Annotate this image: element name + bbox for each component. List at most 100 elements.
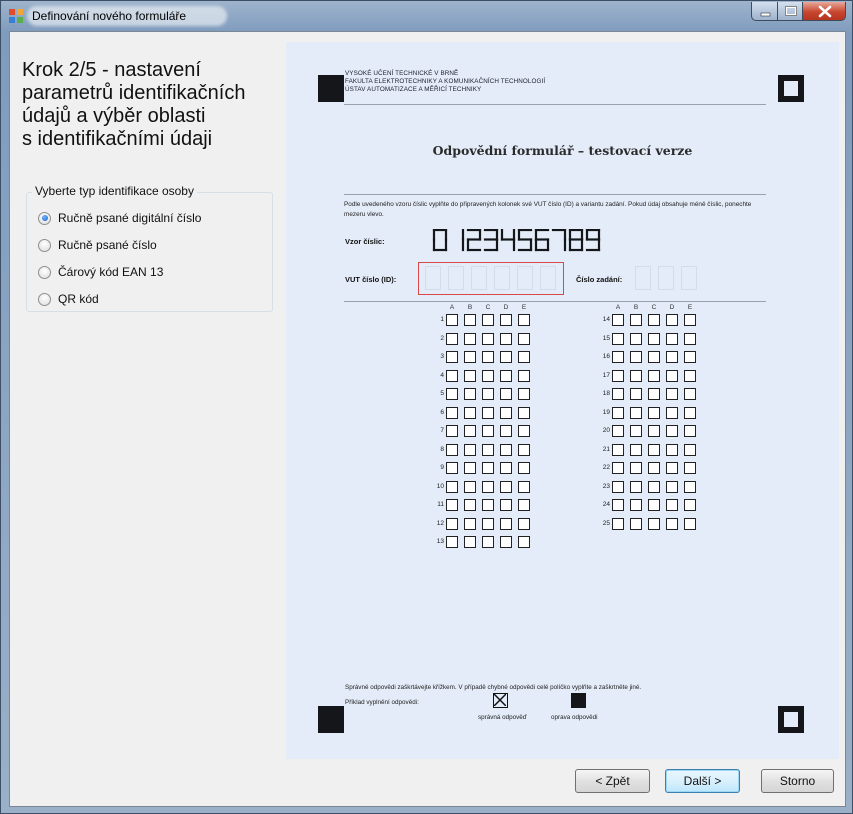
question-number: 1 [440, 316, 444, 323]
answer-checkbox [630, 462, 642, 474]
answer-column-header: C [651, 304, 657, 311]
maximize-button[interactable] [777, 2, 803, 21]
answer-checkbox [630, 314, 642, 326]
sample-digits-label: Vzor číslic: [345, 237, 385, 246]
question-number: 2 [440, 334, 444, 342]
answer-checkbox [648, 480, 660, 493]
close-button[interactable] [802, 2, 846, 21]
answer-checkbox [500, 517, 512, 530]
answer-checkbox [518, 517, 530, 530]
next-button[interactable]: Další > [665, 769, 740, 793]
answer-checkbox [464, 388, 476, 400]
answer-checkbox [518, 406, 530, 419]
radio-button[interactable] [38, 292, 51, 306]
minimize-button[interactable] [751, 2, 778, 21]
answer-checkbox [464, 499, 476, 511]
sample-digit [517, 229, 533, 252]
answer-checkbox [482, 425, 494, 437]
answer-checkbox [446, 369, 458, 382]
answer-checkbox [500, 499, 512, 511]
answer-checkbox [630, 369, 642, 382]
radio-button[interactable] [38, 238, 51, 252]
answer-checkbox [684, 314, 696, 326]
sample-digit [432, 229, 448, 252]
answer-checkbox [666, 443, 678, 456]
variant-label: Číslo zadání: [576, 275, 623, 284]
answer-checkbox [464, 443, 476, 456]
answer-checkbox [464, 462, 476, 474]
answer-checkbox [500, 332, 512, 345]
answer-column-header: D [503, 304, 509, 311]
answer-checkbox [518, 443, 530, 456]
answer-checkbox [446, 480, 458, 493]
answer-checkbox [630, 406, 642, 419]
answer-column-header: A [615, 304, 621, 311]
answer-checkbox [684, 332, 696, 345]
correct-answer-label: správná odpověď [478, 714, 527, 721]
question-number: 20 [602, 427, 610, 434]
answer-checkbox [482, 406, 494, 419]
back-button[interactable]: < Zpět [575, 769, 650, 793]
radio-ean13-barcode[interactable]: Čárový kód EAN 13 [38, 264, 163, 280]
header-divider [344, 104, 766, 105]
answer-column-header: B [467, 304, 473, 311]
answer-checkbox [482, 462, 494, 474]
answer-checkbox [612, 425, 624, 437]
sample-digit [466, 229, 482, 252]
answer-checkbox [666, 351, 678, 363]
question-number: 8 [440, 445, 444, 453]
answer-checkbox [500, 388, 512, 400]
institution-line: VYSOKÉ UČENÍ TECHNICKÉ V BRNĚ [345, 70, 459, 77]
sample-digit [551, 229, 567, 252]
cancel-button[interactable]: Storno [761, 769, 834, 793]
question-number: 10 [436, 482, 444, 490]
answer-checkbox [612, 480, 624, 493]
radio-qr-code[interactable]: QR kód [38, 291, 99, 307]
answer-checkbox [666, 462, 678, 474]
question-number: 16 [602, 353, 610, 360]
answer-checkbox [446, 332, 458, 345]
radio-handwritten-number[interactable]: Ručně psané číslo [38, 237, 157, 253]
answer-checkbox [518, 388, 530, 400]
answer-checkbox [684, 517, 696, 530]
answer-checkbox [518, 332, 530, 345]
answer-checkbox [666, 517, 678, 530]
answer-checkbox [612, 314, 624, 326]
answer-checkbox [464, 480, 476, 493]
answer-checkbox [518, 314, 530, 326]
answer-checkbox [648, 462, 660, 474]
question-number: 17 [602, 371, 610, 379]
answer-checkbox [446, 499, 458, 511]
answer-checkbox [518, 425, 530, 437]
title-bar[interactable]: Definování nového formuláře [1, 1, 852, 31]
form-preview[interactable]: VYSOKÉ UČENÍ TECHNICKÉ V BRNĚ FAKULTA EL… [286, 42, 839, 759]
answer-checkbox [482, 480, 494, 493]
answer-checkbox [684, 369, 696, 382]
id-digit-box [448, 266, 464, 290]
question-number: 9 [440, 464, 444, 471]
answer-checkbox [648, 332, 660, 345]
question-number: 5 [440, 390, 444, 397]
answer-checkbox [500, 425, 512, 437]
dialog-client-area: Krok 2/5 - nastavení parametrů identifik… [9, 31, 846, 807]
variant-digit-box [635, 266, 651, 290]
answer-checkbox [464, 332, 476, 345]
answer-checkbox [500, 351, 512, 363]
identification-legend: Vyberte typ identifikace osoby [32, 184, 197, 198]
answer-checkbox [464, 351, 476, 363]
answer-checkbox [630, 480, 642, 493]
answer-checkbox [684, 406, 696, 419]
answer-checkbox [500, 480, 512, 493]
radio-button-checked[interactable] [38, 211, 51, 225]
radio-button[interactable] [38, 265, 51, 279]
radio-digital-number[interactable]: Ručně psané digitální číslo [38, 210, 201, 226]
answer-checkbox [630, 499, 642, 511]
sample-digit [585, 229, 601, 252]
close-icon [818, 5, 832, 18]
form-title: Odpovědní formulář – testovací verze [432, 143, 693, 158]
question-number: 7 [440, 427, 444, 434]
answer-checkbox [684, 425, 696, 437]
answer-checkbox [666, 425, 678, 437]
answer-checkbox [684, 443, 696, 456]
answer-checkbox [648, 314, 660, 326]
